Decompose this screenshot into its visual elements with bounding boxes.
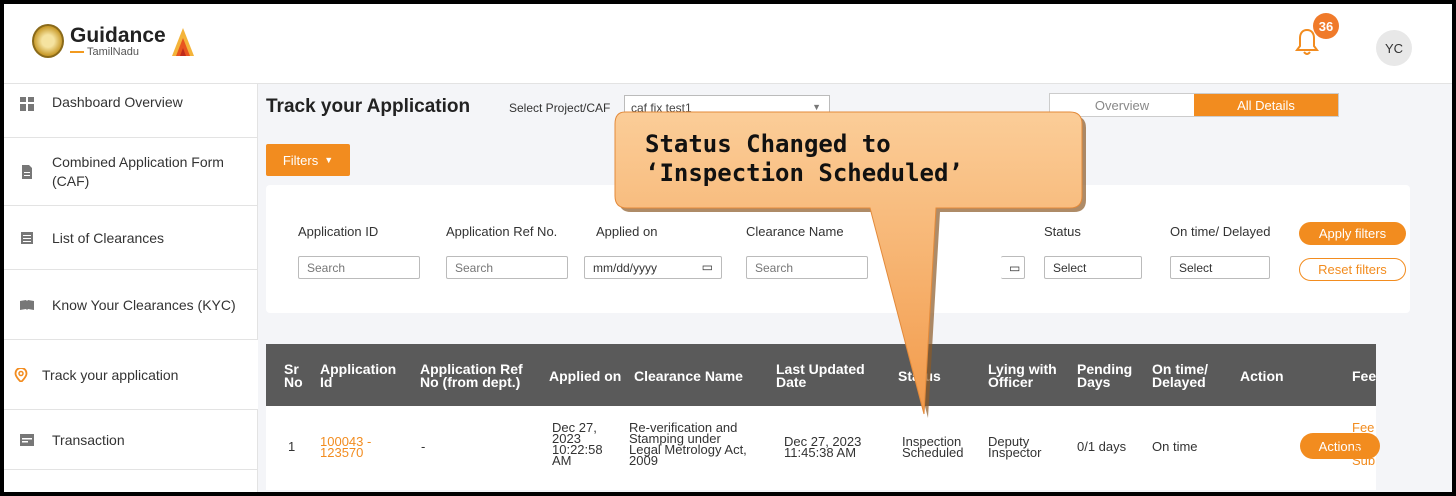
col-header-last-updated: Last Updated Date [776, 361, 865, 390]
guidance-logo[interactable]: Guidance TamilNadu [32, 24, 196, 58]
grid-icon [20, 97, 34, 111]
project-select-label: Select Project/CAF [509, 101, 611, 115]
col-header-lying-with: Lying with Officer [988, 361, 1057, 390]
application-ref-input[interactable]: Search [446, 256, 568, 279]
col-header-pending: Pending Days [1077, 361, 1133, 390]
cell-app-id-link[interactable]: 100043 - 123570 [320, 435, 380, 459]
document-icon [22, 164, 32, 179]
sidebar-item-label: Transaction [52, 431, 125, 448]
filter-label-clearance-name: Clearance Name [746, 224, 844, 239]
filter-panel: Application ID Search Application Ref No… [266, 185, 1410, 313]
view-toggle: Overview All Details [1049, 93, 1339, 117]
cell-sr: 1 [288, 439, 296, 454]
sidebar-item-transaction[interactable]: Transaction [4, 410, 258, 470]
list-icon [21, 231, 33, 244]
filter-label-on-time: On time/ Delayed [1170, 224, 1271, 239]
tab-all-details[interactable]: All Details [1194, 94, 1338, 116]
filters-button[interactable]: Filters ▼ [266, 144, 350, 176]
callout-line-1: Status Changed to [645, 130, 891, 158]
top-header: Guidance TamilNadu 36 YC [4, 4, 1452, 84]
callout-line-2: ‘Inspection Scheduled’ [645, 159, 963, 187]
applied-on-date-value: mm/dd/yyyy [593, 261, 658, 275]
clearance-name-input[interactable]: Search [746, 256, 868, 279]
cell-applied-on: Dec 27, 2023 10:22:58 AM [552, 420, 603, 468]
sidebar-item-track[interactable]: Track your application [4, 340, 258, 410]
cell-last-updated: Dec 27, 2023 11:45:38 AM [784, 434, 862, 460]
app-window: Guidance TamilNadu 36 YC Dashboard Overv… [4, 4, 1452, 492]
cell-on-time: On time [1152, 439, 1198, 454]
cell-status: Inspection Scheduled [902, 434, 964, 460]
calendar-icon[interactable]: ▭ [1001, 256, 1025, 279]
cell-pending: 0/1 days [1077, 439, 1127, 454]
tn-emblem-icon [32, 24, 64, 58]
filter-label-status: Status [1044, 224, 1081, 239]
project-select[interactable]: caf fix test1 ▼ [624, 95, 830, 118]
book-icon [20, 299, 34, 310]
sidebar-item-label: List of Clearances [52, 229, 165, 246]
col-header-clearance: Clearance Name [634, 368, 743, 384]
sidebar: Dashboard Overview Combined Application … [4, 84, 258, 492]
cell-ref-no: - [421, 439, 426, 454]
filters-button-label: Filters [282, 152, 319, 168]
col-header-sr: Sr No [284, 361, 303, 390]
logo-subtitle: TamilNadu [70, 46, 166, 58]
reset-filters-button[interactable]: Reset filters [1299, 258, 1406, 281]
sidebar-item-label: Combined Application Form (CAF) [52, 153, 224, 189]
user-avatar[interactable]: YC [1376, 30, 1412, 66]
cell-lying-with: Deputy Inspector [988, 434, 1042, 460]
col-header-status: Status [898, 368, 941, 384]
col-header-on-time: On time/ Delayed [1152, 361, 1209, 390]
calendar-icon: ▭ [701, 260, 713, 274]
callout-text: Status Changed to ‘Inspection Scheduled’ [645, 130, 963, 188]
logo-title: Guidance [70, 23, 166, 47]
sidebar-item-label: Know Your Clearances (KYC) [52, 296, 236, 313]
col-header-applied-on: Applied on [549, 368, 622, 384]
tab-overview[interactable]: Overview [1050, 94, 1194, 116]
page-title: Track your Application [266, 96, 471, 117]
sidebar-item-kyc[interactable]: Know Your Clearances (KYC) [4, 270, 258, 340]
status-select[interactable]: Select [1044, 256, 1142, 279]
table-row: 1 100043 - 123570 - Dec 27, 2023 10:22:5… [266, 406, 1380, 490]
col-header-action: Action [1240, 368, 1284, 384]
guidance-mark-icon [171, 28, 194, 56]
sidebar-item-dashboard[interactable]: Dashboard Overview [4, 84, 258, 138]
sidebar-item-clearances[interactable]: List of Clearances [4, 206, 258, 270]
location-pin-icon [14, 367, 28, 382]
notification-badge: 36 [1313, 13, 1339, 39]
card-icon [20, 433, 34, 446]
cell-fee-link[interactable]: Fee on App Sub [1352, 422, 1376, 466]
col-header-app-id: Application Id [320, 361, 397, 390]
sidebar-item-caf[interactable]: Combined Application Form (CAF) [4, 138, 258, 206]
filter-label-applied-on: Applied on [596, 224, 658, 239]
col-header-ref-no: Application Ref No (from dept.) [420, 361, 523, 390]
application-id-input[interactable]: Search [298, 256, 420, 279]
sidebar-item-label: Track your application [42, 366, 179, 383]
applied-on-date-input[interactable]: mm/dd/yyyy ▭ [584, 256, 722, 279]
chevron-down-icon: ▼ [812, 102, 821, 112]
apply-filters-button[interactable]: Apply filters [1299, 222, 1406, 245]
table-header: Sr No Application Id Application Ref No … [266, 344, 1376, 406]
on-time-select[interactable]: Select [1170, 256, 1270, 279]
filter-label-application-id: Application ID [298, 224, 379, 239]
cell-clearance: Re-verification and Stamping under Legal… [629, 420, 747, 468]
filter-label-ref-no: Application Ref No. [446, 224, 558, 239]
project-select-value: caf fix test1 [631, 101, 692, 115]
col-header-fee: Fee [1352, 370, 1376, 383]
sidebar-item-label: Dashboard Overview [52, 94, 183, 110]
caret-down-icon: ▼ [324, 155, 334, 165]
